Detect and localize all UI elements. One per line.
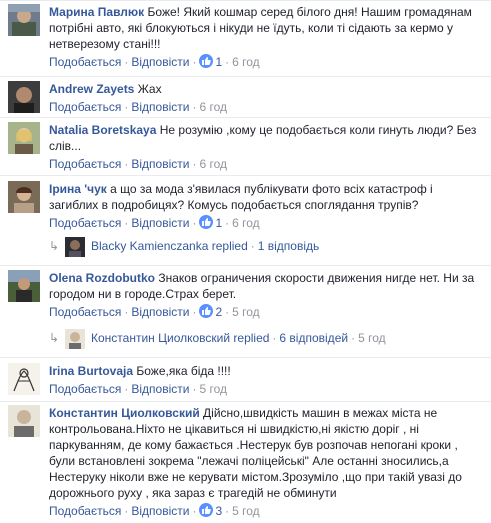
divider [0,265,491,266]
comment-author[interactable]: Константин Циолковский [49,406,200,420]
avatar[interactable] [8,270,40,302]
like-icon[interactable] [199,215,214,229]
comment-time[interactable]: 6 год [199,157,227,171]
reply-time[interactable]: 5 год [358,331,386,345]
like-link[interactable]: Подобається [49,382,121,396]
comment-actions: Подобається · Відповісти · 1 · 6 год [49,215,260,230]
divider [0,76,491,77]
reply-summary[interactable]: ↳ Blacky Kamienczanka replied · 1 відповідь [49,234,479,258]
comment-time[interactable]: 6 год [232,216,260,230]
avatar[interactable] [8,363,40,395]
reply-link[interactable]: Відповісти [131,100,189,114]
avatar[interactable] [8,4,40,36]
reply-avatar [65,236,85,257]
comment-actions: Подобається · Відповісти · 6 год [49,157,227,171]
comment-text: Жах [137,82,162,96]
comment-actions: Подобається · Відповісти · 1 · 6 год [49,54,260,69]
comment-text: а що за мода з'явилася публікувати фото … [49,182,433,212]
reply-avatar [65,328,85,349]
like-icon[interactable] [199,503,214,517]
comment-author[interactable]: Ірина 'чук [49,182,107,196]
reply-link[interactable]: Відповісти [131,382,189,396]
reply-link[interactable]: Відповісти [131,305,189,319]
like-icon[interactable] [199,304,214,318]
like-link[interactable]: Подобається [49,305,121,319]
comment-actions: Подобається · Відповісти · 3 · 5 год [49,503,260,518]
reply-link[interactable]: Відповісти [131,157,189,171]
comment-author[interactable]: Natalia Boretskaya [49,123,156,137]
reply-link[interactable]: Відповісти [131,216,189,230]
divider [0,401,491,402]
avatar[interactable] [8,81,40,113]
comment-time[interactable]: 5 год [199,382,227,396]
comment-time[interactable]: 6 год [199,100,227,114]
reply-author[interactable]: Константин Циолковский replied [91,331,269,345]
comment-author[interactable]: Olena Rozdobutko [49,271,155,285]
avatar[interactable] [8,405,40,437]
reply-link[interactable]: Відповісти [131,55,189,69]
reply-arrow-icon: ↳ [49,239,60,253]
divider [0,357,491,358]
comment-actions: Подобається · Відповісти · 2 · 5 год [49,304,260,319]
like-link[interactable]: Подобається [49,100,121,114]
comment-actions: Подобається · Відповісти · 5 год [49,382,227,396]
like-link[interactable]: Подобається [49,157,121,171]
reply-author[interactable]: Blacky Kamienczanka replied [91,239,248,253]
avatar[interactable] [8,181,40,213]
comment-author[interactable]: Марина Павлюк [49,5,144,19]
comment-time[interactable]: 6 год [232,55,260,69]
reply-count[interactable]: 6 відповідей [279,331,348,345]
comment-text: Дійсно,швидкість машин в межах міста не … [49,406,462,500]
divider [0,117,491,118]
comment-text: Боже,яка біда !!!! [136,364,231,378]
like-link[interactable]: Подобається [49,216,121,230]
comment-time[interactable]: 5 год [232,305,260,319]
reply-summary[interactable]: ↳ Константин Циолковский replied · 6 відпов… [49,326,479,350]
divider [0,175,491,176]
like-link[interactable]: Подобається [49,55,121,69]
comment-author[interactable]: Irina Burtovaja [49,364,133,378]
reply-count[interactable]: 1 відповідь [258,239,320,253]
comment-author[interactable]: Andrew Zayets [49,82,134,96]
comment-actions: Подобається · Відповісти · 6 год [49,100,227,114]
comment-time[interactable]: 5 год [232,504,260,518]
top-divider [0,0,491,1]
reply-link[interactable]: Відповісти [131,504,189,518]
avatar[interactable] [8,122,40,154]
like-link[interactable]: Подобається [49,504,121,518]
like-icon[interactable] [199,54,214,68]
reply-arrow-icon: ↳ [49,331,60,345]
